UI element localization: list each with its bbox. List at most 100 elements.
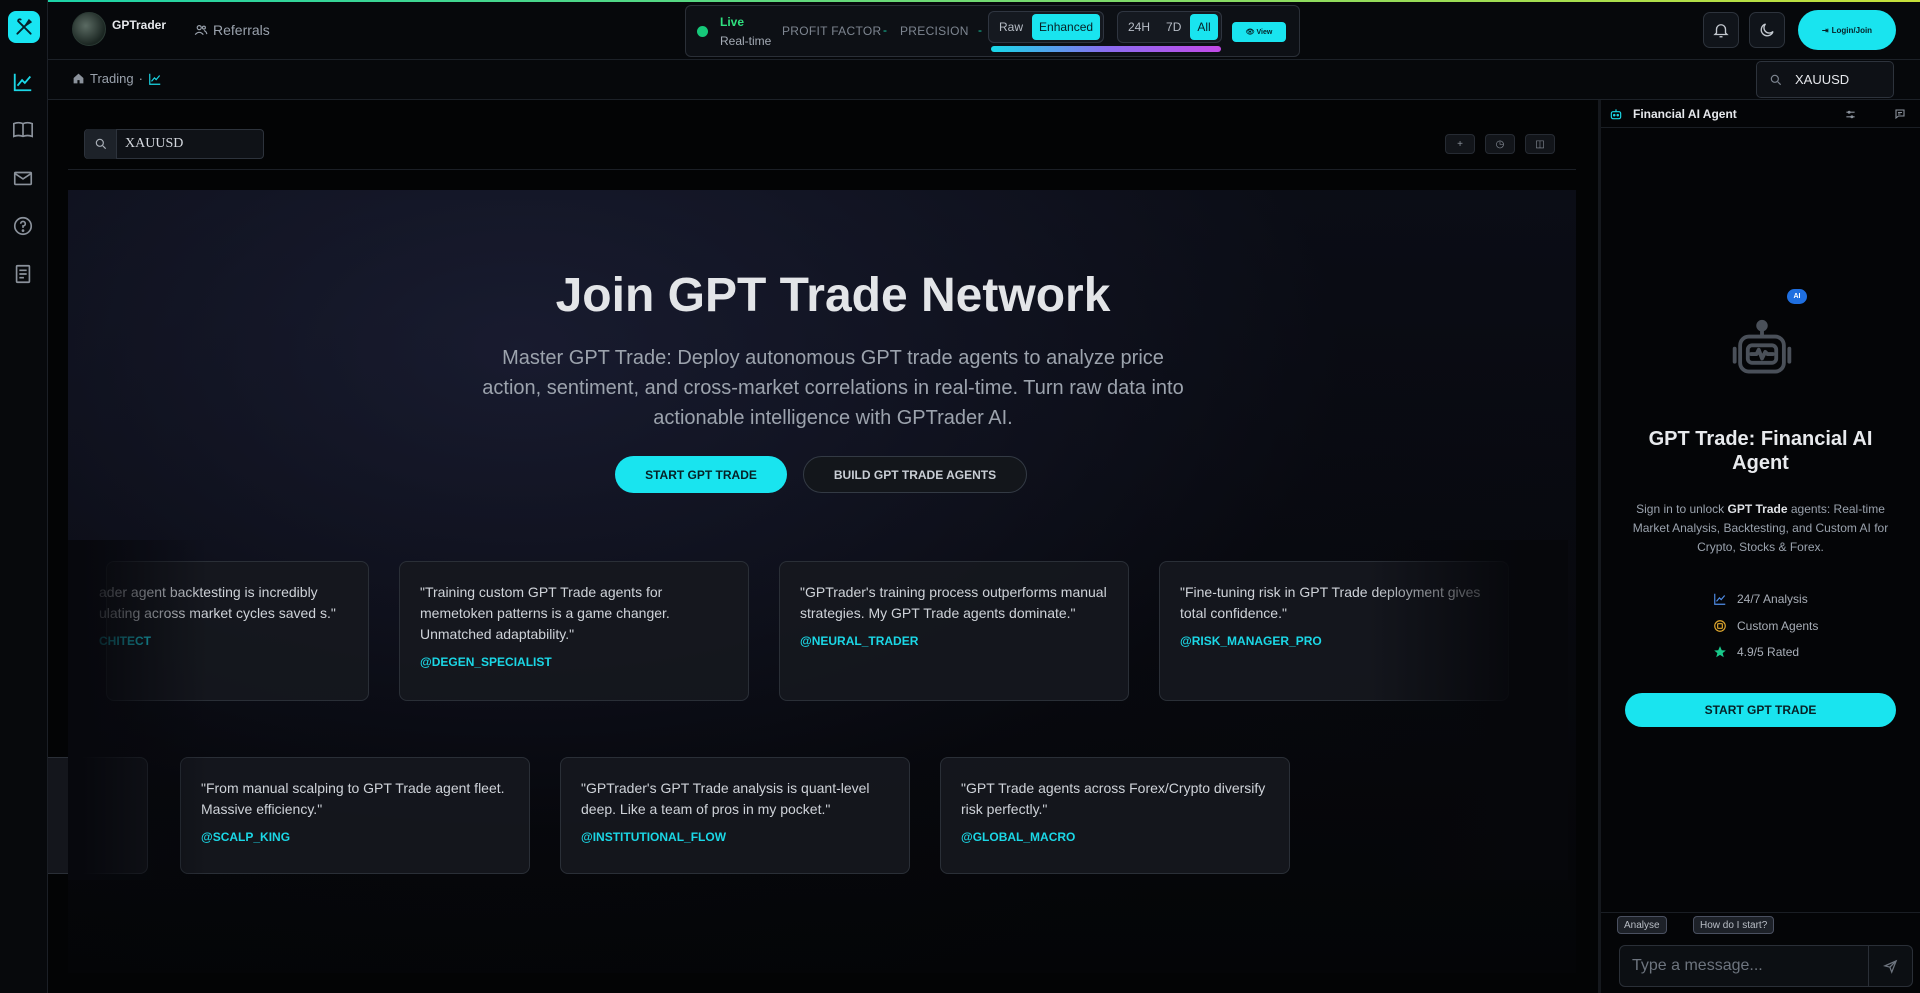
add-icon[interactable]: + (1445, 134, 1475, 154)
mode-enhanced-button[interactable]: Enhanced (1032, 14, 1101, 40)
toolbar-divider (68, 169, 1576, 170)
bell-icon[interactable] (1703, 12, 1739, 48)
testimonial-card: "GPTrader's training process outperforms… (779, 561, 1129, 701)
chart-line-icon (1714, 593, 1726, 605)
top-search-input[interactable]: XAUUSD (1756, 61, 1894, 98)
message-box (1619, 945, 1869, 987)
marquee-fade-right (1368, 540, 1568, 880)
panel-title: Financial AI Agent (1633, 107, 1737, 121)
testimonial-handle: @INSTITUTIONAL_FLOW (581, 830, 727, 844)
send-icon[interactable] (1869, 945, 1913, 987)
panel-header: Financial AI Agent (1601, 100, 1920, 128)
feature-label: 4.9/5 Rated (1737, 645, 1800, 659)
profit-factor-label: PROFIT FACTOR (782, 24, 882, 38)
testimonial-quote: "GPT Trade agents across Forex/Crypto di… (961, 780, 1266, 817)
feature-label: 24/7 Analysis (1737, 592, 1808, 606)
mode-toggle: Raw Enhanced (988, 11, 1105, 43)
quick-prompt-chip[interactable]: Analyse (1617, 916, 1667, 934)
chart-line-icon[interactable] (12, 71, 36, 95)
top-search-value: XAUUSD (1795, 72, 1850, 87)
sliders-icon[interactable] (1845, 109, 1856, 120)
view-button[interactable]: 👁 View (1232, 22, 1286, 42)
feature-item: 24/7 Analysis (1713, 592, 1808, 606)
panel-description: Sign in to unlock GPT Trade agents: Real… (1631, 500, 1890, 557)
testimonial-card: "GPTrader's GPT Trade analysis is quant-… (560, 757, 910, 874)
panel-desc-text: Sign in to unlock (1636, 502, 1728, 516)
star-icon (1714, 646, 1726, 658)
testimonial-quote: "Training custom GPT Trade agents for me… (420, 584, 670, 642)
brand-name: GPTrader (112, 18, 167, 32)
panel-desc-bold: GPT Trade (1727, 502, 1788, 516)
testimonial-handle: @GLOBAL_MACRO (961, 830, 1076, 844)
book-icon[interactable] (12, 119, 36, 143)
range-24h-button[interactable]: 24H (1121, 14, 1157, 40)
panel-heading: GPT Trade: Financial AI Agent (1648, 428, 1873, 474)
help-icon[interactable] (12, 215, 36, 239)
symbol-search-input[interactable]: XAUUSD (84, 129, 264, 159)
login-button[interactable]: ⇥ Login/Join (1798, 10, 1896, 50)
referrals-link[interactable]: Referrals (194, 22, 270, 38)
precision-label: PRECISION (900, 24, 969, 38)
breadcrumb-separator: · (138, 71, 143, 86)
users-icon (194, 25, 208, 36)
globe-logo-icon (72, 12, 106, 46)
realtime-label: Real-time (720, 34, 772, 48)
testimonial-quote: "GPTrader's GPT Trade analysis is quant-… (581, 780, 870, 817)
live-status-dot (697, 26, 708, 37)
profit-factor-value: - (883, 23, 887, 37)
robot-icon (1610, 109, 1622, 120)
login-label: Login/Join (1831, 25, 1873, 35)
progress-gradient-bar (991, 46, 1221, 52)
login-icon: ⇥ (1821, 25, 1829, 35)
search-icon[interactable] (85, 129, 117, 159)
testimonial-handle: @DEGEN_SPECIALIST (420, 655, 552, 669)
testimonial-card: "GPT Trade agents across Forex/Crypto di… (940, 757, 1290, 874)
testimonial-card: "From manual scalping to GPT Trade agent… (180, 757, 530, 874)
breadcrumb: Trading · (72, 71, 162, 86)
range-7d-button[interactable]: 7D (1159, 14, 1188, 40)
layout-icon[interactable]: ◫ (1525, 134, 1555, 154)
coin-icon (1714, 620, 1726, 632)
document-icon[interactable] (12, 263, 36, 287)
start-gpt-trade-button[interactable]: START GPT TRADE (615, 456, 787, 493)
quick-prompt-chip[interactable]: How do I start? (1693, 916, 1775, 934)
feature-label: Custom Agents (1737, 619, 1819, 633)
chat-icon[interactable] (1894, 108, 1906, 120)
mode-raw-button[interactable]: Raw (992, 14, 1030, 40)
symbol-search-value: XAUUSD (125, 136, 184, 151)
view-label: View (1256, 28, 1273, 36)
message-input[interactable] (1620, 946, 1868, 986)
breadcrumb-bar: Trading · XAUUSD (48, 60, 1920, 100)
eye-icon: 👁 (1245, 29, 1257, 36)
build-agents-button[interactable]: BUILD GPT TRADE AGENTS (803, 456, 1027, 493)
feature-item: Custom Agents (1713, 619, 1818, 633)
range-all-button[interactable]: All (1190, 14, 1218, 40)
tools-logo-icon[interactable] (8, 11, 40, 43)
clock-icon[interactable]: ◷ (1485, 134, 1515, 154)
brand-logo[interactable]: GPTrader (72, 12, 166, 46)
main-content: XAUUSD + ◷ ◫ Join GPT Trade Network Mast… (48, 100, 1598, 993)
testimonial-handle: @NEURAL_TRADER (800, 634, 919, 648)
home-icon[interactable] (72, 72, 85, 85)
search-icon (1770, 74, 1782, 85)
testimonial-handle: @SCALP_KING (201, 830, 291, 844)
stats-panel: Live Real-time PROFIT FACTOR - PRECISION… (685, 5, 1300, 57)
range-toggle: 24H 7D All (1117, 11, 1222, 43)
precision-value: - (978, 23, 982, 37)
referrals-label: Referrals (213, 22, 270, 38)
hero-title: Join GPT Trade Network (555, 269, 1111, 322)
left-rail (0, 0, 48, 993)
feature-item: 4.9/5 Rated (1713, 645, 1799, 659)
mail-icon[interactable] (12, 167, 36, 191)
testimonial-quote: "From manual scalping to GPT Trade agent… (201, 780, 505, 817)
hero-subtitle: Master GPT Trade: Deploy autonomous GPT … (482, 347, 1184, 429)
moon-icon[interactable] (1749, 12, 1785, 48)
panel-divider (1601, 912, 1920, 913)
marquee-fade-left (68, 540, 208, 880)
testimonial-card: "Training custom GPT Trade agents for me… (399, 561, 749, 701)
breadcrumb-trading[interactable]: Trading (90, 71, 134, 86)
testimonial-quote: "GPTrader's training process outperforms… (800, 584, 1107, 621)
ai-badge: AI (1787, 289, 1807, 304)
panel-start-button[interactable]: START GPT TRADE (1625, 693, 1896, 727)
top-header: GPTrader Referrals Live Real-time PROFIT… (48, 2, 1920, 60)
